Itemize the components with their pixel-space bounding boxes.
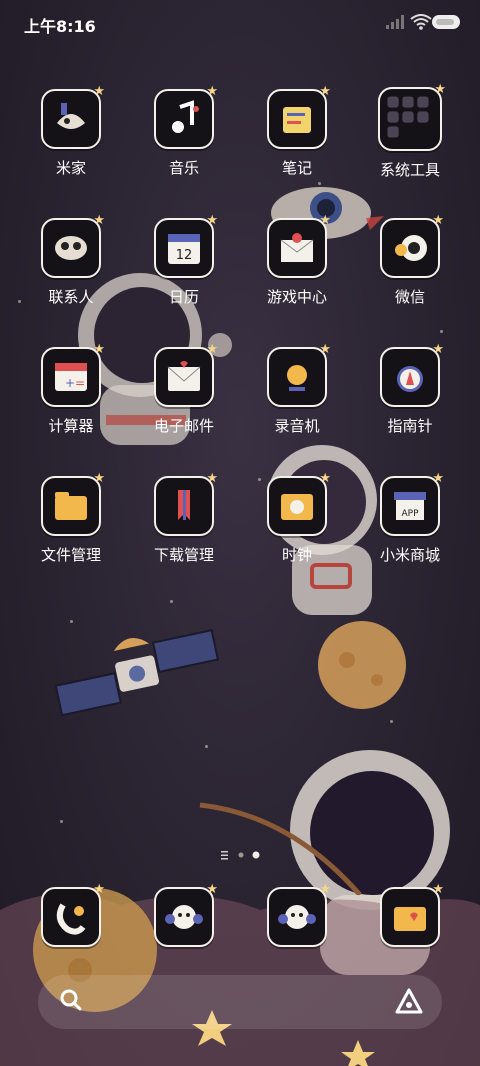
- mi-store-app-text: APP: [401, 509, 419, 519]
- email-icon: ★: [154, 342, 218, 407]
- battery-icon: [432, 15, 460, 29]
- phone-icon: ★: [41, 882, 105, 947]
- app-label: 微信: [394, 288, 425, 306]
- satellite-illustration: [55, 628, 220, 717]
- app-calculator[interactable]: ★ + = 计算器: [21, 342, 121, 436]
- search-icon[interactable]: [58, 987, 84, 1013]
- ai-assistant-icon[interactable]: [394, 987, 424, 1015]
- dock-app-gallery[interactable]: ★: [360, 882, 460, 947]
- app-download-manager[interactable]: ★ 下载管理: [134, 471, 234, 565]
- page-indicator-menu-icon: [221, 851, 228, 860]
- dock: ★ ★ ★ ★: [0, 870, 480, 970]
- app-label: 时钟: [281, 546, 312, 564]
- status-bar: 上午8:16: [0, 0, 480, 44]
- app-label: 音乐: [168, 159, 199, 177]
- app-notes[interactable]: ★ 笔记: [247, 84, 347, 178]
- game-center-icon: ★: [267, 213, 331, 278]
- app-label: 录音机: [274, 417, 320, 435]
- app-email[interactable]: ★ 电子邮件: [134, 342, 234, 436]
- app-label: 联系人: [48, 288, 94, 306]
- calculator-icon: ★ + =: [41, 342, 105, 407]
- app-game-center[interactable]: ★ 游戏中心: [247, 213, 347, 307]
- dock-app-phone[interactable]: ★: [21, 882, 121, 947]
- app-label: 笔记: [281, 159, 312, 177]
- app-mi-store[interactable]: ★ APP 小米商城: [360, 471, 460, 565]
- search-bar[interactable]: [38, 975, 442, 1029]
- contacts-icon: ★: [41, 213, 105, 278]
- wifi-icon: [410, 14, 432, 30]
- app-label: 日历: [168, 288, 199, 306]
- messages-icon: ★: [154, 882, 218, 947]
- wechat-icon: ★: [380, 213, 444, 278]
- app-label: 游戏中心: [266, 288, 327, 306]
- page-dot: [238, 852, 244, 858]
- app-music[interactable]: ★ 音乐: [134, 84, 234, 178]
- calendar-date: 12: [176, 248, 193, 263]
- folder-system-tools[interactable]: ★ 系统工具: [360, 82, 460, 180]
- app-label: 系统工具: [379, 161, 440, 179]
- page-dot-active: [252, 851, 260, 859]
- app-clock[interactable]: ★ 时钟: [247, 471, 347, 565]
- status-time: 上午8:16: [24, 17, 96, 36]
- mi-store-icon: ★ APP: [380, 471, 444, 536]
- dock-app-browser[interactable]: ★: [247, 882, 347, 947]
- app-calendar[interactable]: ★ 12 日历: [134, 213, 234, 307]
- app-contacts[interactable]: ★ 联系人: [21, 213, 121, 307]
- recorder-icon: ★: [267, 342, 331, 407]
- app-label: 电子邮件: [153, 417, 214, 435]
- browser-icon: ★: [267, 882, 331, 947]
- file-manager-icon: ★: [41, 471, 105, 536]
- download-manager-icon: ★: [154, 471, 218, 536]
- app-file-manager[interactable]: ★ 文件管理: [21, 471, 121, 565]
- system-tools-folder-icon: ★: [378, 82, 446, 151]
- app-mijia[interactable]: ★ 米家: [21, 84, 121, 178]
- clock-icon: ★: [267, 471, 331, 536]
- svg-text:=: =: [75, 376, 85, 390]
- calendar-icon: ★ 12: [154, 213, 218, 278]
- app-label: 指南针: [387, 417, 433, 435]
- app-label: 下载管理: [153, 546, 214, 564]
- app-recorder[interactable]: ★ 录音机: [247, 342, 347, 436]
- music-icon: ★: [154, 84, 218, 149]
- gallery-icon: ★: [380, 882, 444, 947]
- svg-text:+: +: [65, 376, 75, 390]
- app-compass[interactable]: ★ 指南针: [360, 342, 460, 436]
- compass-icon: ★: [380, 342, 444, 407]
- dock-app-messages[interactable]: ★: [134, 882, 234, 947]
- app-label: 计算器: [48, 417, 94, 435]
- app-label: 文件管理: [40, 546, 101, 564]
- app-wechat[interactable]: ★ 微信: [360, 213, 460, 307]
- notes-icon: ★: [267, 84, 331, 149]
- page-indicator[interactable]: [217, 849, 267, 861]
- app-label: 米家: [55, 159, 86, 177]
- mijia-icon: ★: [41, 84, 105, 149]
- app-label: 小米商城: [379, 546, 440, 564]
- cellular-signal-icon: [386, 15, 404, 29]
